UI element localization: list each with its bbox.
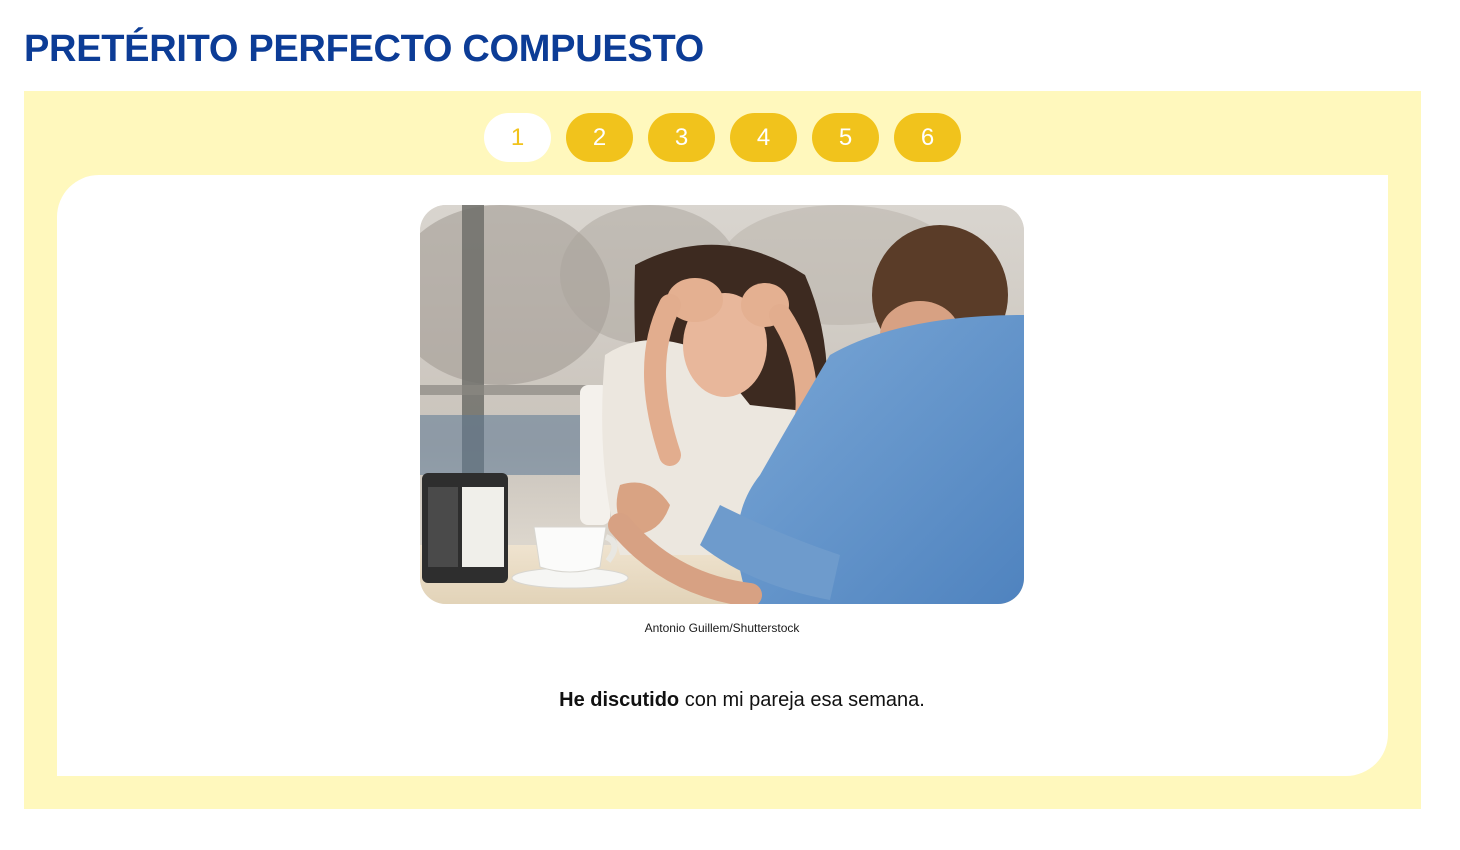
slide-photo xyxy=(420,205,1024,604)
example-sentence: He discutido con mi pareja esa semana. xyxy=(420,689,1064,712)
page-title: PRETÉRITO PERFECTO COMPUESTO xyxy=(24,28,704,70)
image-credit: Antonio Guillem/Shutterstock xyxy=(644,621,800,635)
tab-3[interactable]: 3 xyxy=(648,113,715,162)
tab-6[interactable]: 6 xyxy=(894,113,961,162)
sentence-rest: con mi pareja esa semana. xyxy=(679,689,925,711)
tab-2[interactable]: 2 xyxy=(566,113,633,162)
sentence-verb: He discutido xyxy=(559,689,680,711)
slide-tabs: 1 2 3 4 5 6 xyxy=(484,113,961,162)
couple-photo-illustration xyxy=(420,205,1024,604)
tab-4[interactable]: 4 xyxy=(730,113,797,162)
tab-1[interactable]: 1 xyxy=(484,113,551,162)
tab-5[interactable]: 5 xyxy=(812,113,879,162)
